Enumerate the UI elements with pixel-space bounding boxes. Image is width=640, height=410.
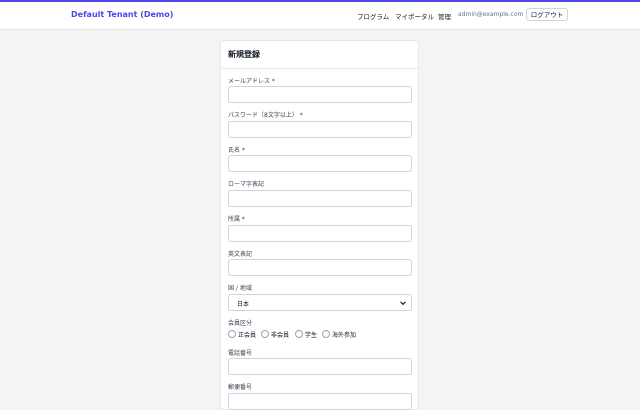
country-select[interactable]: 日本 <box>228 294 412 311</box>
affiliation-field[interactable] <box>228 225 412 242</box>
radio-label: 非会員 <box>271 332 290 339</box>
page-title: 新規登録 <box>228 50 260 59</box>
radio-circle[interactable] <box>261 330 269 338</box>
english-label: 英文表記 <box>228 251 253 258</box>
brand-link[interactable]: Default Tenant (Demo) <box>71 10 173 19</box>
radio-circle[interactable] <box>295 330 303 338</box>
password-label: パスワード（8文字以上） * <box>228 112 303 119</box>
name-field[interactable] <box>228 155 412 172</box>
password-field[interactable] <box>228 121 412 138</box>
radio-circle[interactable] <box>228 330 236 338</box>
radio-label: 学生 <box>305 332 318 339</box>
radio-label: 海外参加 <box>332 332 357 339</box>
member-type-radio-group: 正会員 非会員 学生 海外参加 <box>228 329 412 339</box>
english-field[interactable] <box>228 259 412 276</box>
radio-label: 正会員 <box>238 332 257 339</box>
nav-link-admin[interactable]: 管理 <box>438 11 451 21</box>
country-select-value: 日本 <box>237 301 250 308</box>
email-label: メールアドレス * <box>228 78 275 85</box>
logout-button[interactable]: ログアウト <box>526 8 568 21</box>
user-email: admin@example.com <box>458 11 524 18</box>
radio-circle[interactable] <box>322 330 330 338</box>
romaji-field[interactable] <box>228 190 412 207</box>
header: Default Tenant (Demo) プログラム マイポータル 管理 ad… <box>0 2 640 30</box>
nav-link-programs[interactable]: プログラム <box>357 11 389 21</box>
email-field[interactable] <box>228 86 412 103</box>
phone-field[interactable] <box>228 358 412 375</box>
registration-card: 新規登録 メールアドレス * パスワード（8文字以上） * 氏名 * ローマ字表… <box>220 40 419 410</box>
romaji-label: ローマ字表記 <box>228 181 265 188</box>
card-divider <box>221 68 418 69</box>
postal-field[interactable] <box>228 393 412 410</box>
nav-link-my-portal[interactable]: マイポータル <box>395 11 434 21</box>
member-type-label: 会員区分 <box>228 320 253 327</box>
chevron-down-icon <box>400 301 406 306</box>
name-label: 氏名 * <box>228 147 245 154</box>
country-label: 国 / 地域 <box>228 285 252 292</box>
affiliation-label: 所属 * <box>228 216 245 223</box>
postal-label: 郵便番号 <box>228 384 253 391</box>
phone-label: 電話番号 <box>228 350 253 357</box>
